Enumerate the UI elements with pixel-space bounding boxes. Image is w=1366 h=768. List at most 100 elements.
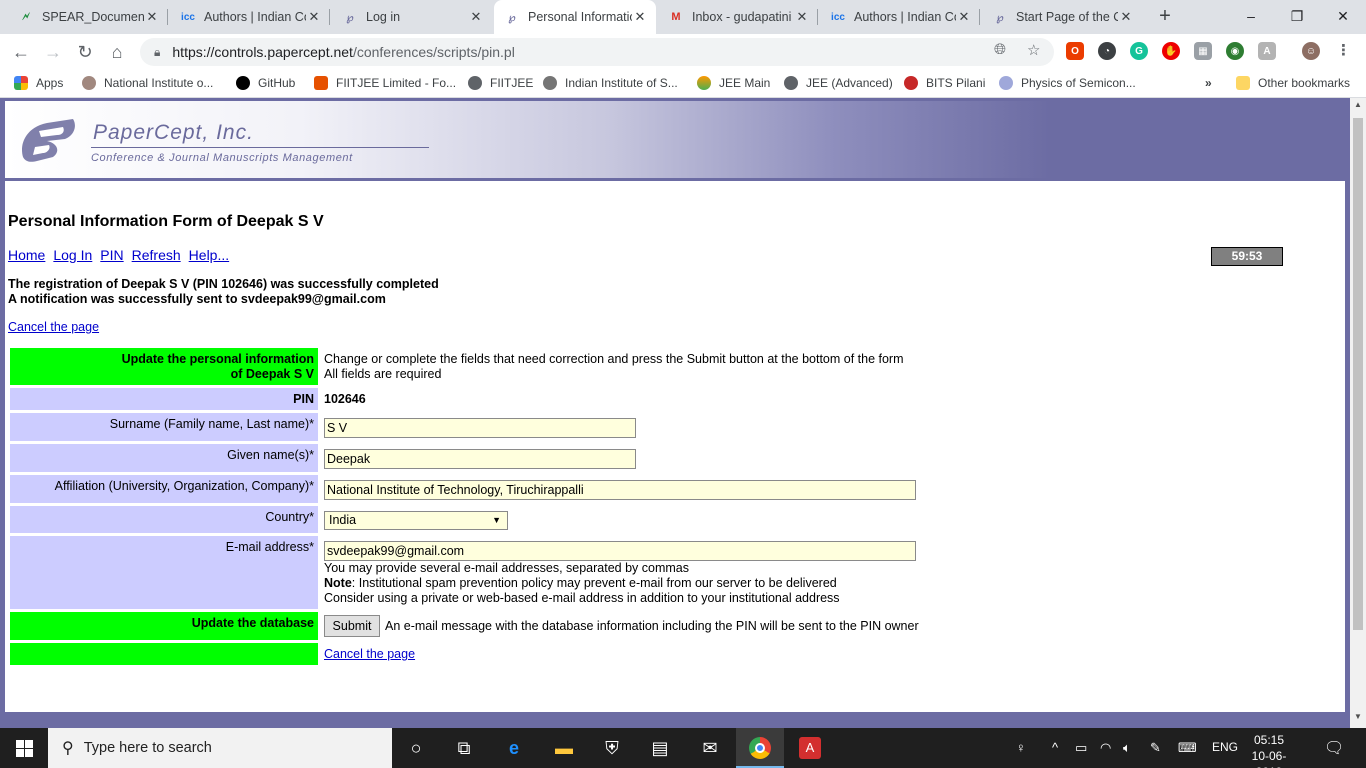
cancel-page-link-top[interactable]: Cancel the page xyxy=(8,320,99,334)
nav-login-link[interactable]: Log In xyxy=(53,247,92,263)
language-indicator[interactable]: ENG xyxy=(1212,740,1238,754)
nav-help-link[interactable]: Help... xyxy=(189,247,229,263)
restore-button[interactable]: ❐ xyxy=(1274,0,1320,32)
store-icon[interactable]: ▤ xyxy=(636,728,684,768)
grammarly-extension-icon[interactable]: G xyxy=(1130,42,1148,60)
profile-avatar[interactable]: ☺ xyxy=(1302,42,1320,60)
extension-icon[interactable]: ▦ xyxy=(1194,42,1212,60)
tab-spear[interactable]: 🗲 SPEAR_Documentation ✕ xyxy=(8,0,168,34)
spear-favicon-icon: 🗲 xyxy=(22,10,30,23)
submit-button[interactable]: Submit xyxy=(324,615,380,637)
bookmark-github[interactable]: GitHub xyxy=(236,76,295,90)
reload-button[interactable]: ↻ xyxy=(72,39,98,65)
company-name: PaperCept, Inc. xyxy=(93,121,254,144)
nav-pin-link[interactable]: PIN xyxy=(100,247,123,263)
bookmark-nit[interactable]: National Institute o... xyxy=(82,76,213,90)
close-tab-icon[interactable]: ✕ xyxy=(144,9,160,25)
mail-icon[interactable]: ✉ xyxy=(686,728,734,768)
tab-personal-info[interactable]: ℘ Personal Information Form ✕ xyxy=(494,0,656,34)
show-hidden-icons[interactable]: ^ xyxy=(1052,740,1058,755)
tab-login[interactable]: ℘ Log in ✕ xyxy=(332,0,492,34)
task-view-icon[interactable]: ⧉ xyxy=(440,728,488,768)
close-tab-icon[interactable]: ✕ xyxy=(1118,9,1134,25)
close-tab-icon[interactable]: ✕ xyxy=(956,9,972,25)
other-bookmarks[interactable]: Other bookmarks xyxy=(1236,76,1350,90)
people-icon[interactable]: ♀ xyxy=(1016,740,1026,755)
address-bar[interactable]: 🔒︎ https://controls.papercept.net/confer… xyxy=(140,38,1054,66)
close-window-button[interactable]: ✕ xyxy=(1320,0,1366,32)
cancel-page-link-bottom[interactable]: Cancel the page xyxy=(324,647,415,662)
edge-icon[interactable]: e xyxy=(490,728,538,768)
start-button[interactable] xyxy=(0,728,48,768)
papercept-logo-icon xyxy=(22,119,75,162)
back-button[interactable]: ← xyxy=(8,39,34,65)
volume-icon[interactable]: 🔈︎ xyxy=(1123,740,1131,756)
bookmark-apps[interactable]: Apps xyxy=(14,76,63,90)
office-extension-icon[interactable]: O xyxy=(1066,42,1084,60)
close-tab-icon[interactable]: ✕ xyxy=(632,9,648,25)
tab-start-page[interactable]: ℘ Start Page of the Conference ✕ xyxy=(982,0,1142,34)
cortana-icon[interactable]: ○ xyxy=(392,728,440,768)
menu-icon[interactable]: ⋮ xyxy=(1336,41,1351,59)
physics-icon xyxy=(999,76,1013,90)
battery-icon[interactable]: ▭ xyxy=(1075,740,1087,756)
country-select[interactable]: India ▼ xyxy=(324,511,508,530)
security-shield-icon[interactable]: ⛨ xyxy=(588,728,636,768)
translate-icon[interactable]: 🌐︎ xyxy=(994,41,1006,58)
speed-extension-icon[interactable]: ◔ xyxy=(1098,42,1116,60)
instructions-line2: All fields are required xyxy=(324,367,442,381)
update-database-label: Update the database xyxy=(10,612,318,640)
given-name-field[interactable]: Deepak xyxy=(324,449,636,469)
bookmark-fiitjee[interactable]: FIITJEE xyxy=(468,76,533,90)
scroll-down-icon[interactable]: ▼ xyxy=(1350,712,1366,726)
minimize-button[interactable]: – xyxy=(1228,0,1274,32)
tab-authors-2[interactable]: icc Authors | Indian Conference ✕ xyxy=(820,0,980,34)
email-note-1: You may provide several e-mail addresses… xyxy=(324,561,689,575)
taskbar-search[interactable]: ⚲ Type here to search xyxy=(48,728,392,768)
tab-authors-1[interactable]: icc Authors | Indian Conference ✕ xyxy=(170,0,330,34)
bookmarks-overflow-button[interactable]: » xyxy=(1205,76,1212,90)
nav-home-link[interactable]: Home xyxy=(8,247,45,263)
new-tab-button[interactable]: + xyxy=(1154,6,1176,28)
forward-button[interactable]: → xyxy=(40,39,66,65)
close-tab-icon[interactable]: ✕ xyxy=(468,9,484,25)
scroll-up-icon[interactable]: ▲ xyxy=(1350,100,1366,114)
scrollbar-thumb[interactable] xyxy=(1353,118,1363,630)
pdf-extension-icon[interactable]: A xyxy=(1258,42,1276,60)
tab-gmail[interactable]: M Inbox - gudapatini ✕ xyxy=(658,0,818,34)
acrobat-icon[interactable]: A xyxy=(786,728,834,768)
bookmark-physics-semiconductors[interactable]: Physics of Semicon... xyxy=(999,76,1136,90)
bookmark-jee-advanced[interactable]: JEE (Advanced) xyxy=(784,76,893,90)
surname-field[interactable]: S V xyxy=(324,418,636,438)
bookmark-bits-pilani[interactable]: BITS Pilani xyxy=(904,76,985,90)
bookmark-iisc[interactable]: Indian Institute of S... xyxy=(543,76,678,90)
page-scrollbar[interactable]: ▲ ▼ xyxy=(1350,98,1366,728)
bookmark-star-icon[interactable]: ☆ xyxy=(1027,41,1040,59)
close-tab-icon[interactable]: ✕ xyxy=(306,9,322,25)
instructions-line1: Change or complete the fields that need … xyxy=(324,352,904,366)
close-tab-icon[interactable]: ✕ xyxy=(794,9,810,25)
iisc-logo-icon xyxy=(543,76,557,90)
browser-toolbar: ← → ↻ ⌂ 🔒︎ https://controls.papercept.ne… xyxy=(0,34,1366,70)
notifications-icon[interactable]: 🗨︎ xyxy=(1324,738,1344,758)
home-button[interactable]: ⌂ xyxy=(104,39,130,65)
icc-favicon-icon: icc xyxy=(831,11,845,23)
clock[interactable]: 05:15 10-06-2019 xyxy=(1240,732,1298,768)
pen-icon[interactable]: ✎ xyxy=(1150,740,1161,756)
affiliation-field[interactable]: National Institute of Technology, Tiruch… xyxy=(324,480,916,500)
file-explorer-icon[interactable]: ▬ xyxy=(540,728,588,768)
wifi-icon[interactable]: ◠ xyxy=(1100,740,1111,756)
company-tagline: Conference & Journal Manuscripts Managem… xyxy=(91,152,353,164)
keyboard-icon[interactable]: ⌨ xyxy=(1178,740,1197,756)
registration-message: The registration of Deepak S V (PIN 1026… xyxy=(8,277,439,291)
chrome-icon[interactable] xyxy=(736,728,784,768)
bookmark-fiitjee-limited[interactable]: FIITJEE Limited - Fo... xyxy=(314,76,456,90)
email-field[interactable]: svdeepak99@gmail.com xyxy=(324,541,916,561)
submit-note: An e-mail message with the database info… xyxy=(385,619,919,633)
nav-refresh-link[interactable]: Refresh xyxy=(132,247,181,263)
globe-extension-icon[interactable]: ◉ xyxy=(1226,42,1244,60)
bookmark-jee-main[interactable]: JEE Main xyxy=(697,76,770,90)
session-timer: 59:53 xyxy=(1211,247,1283,266)
adblock-extension-icon[interactable]: ✋ xyxy=(1162,42,1180,60)
email-notes: You may provide several e-mail addresses… xyxy=(324,561,840,606)
